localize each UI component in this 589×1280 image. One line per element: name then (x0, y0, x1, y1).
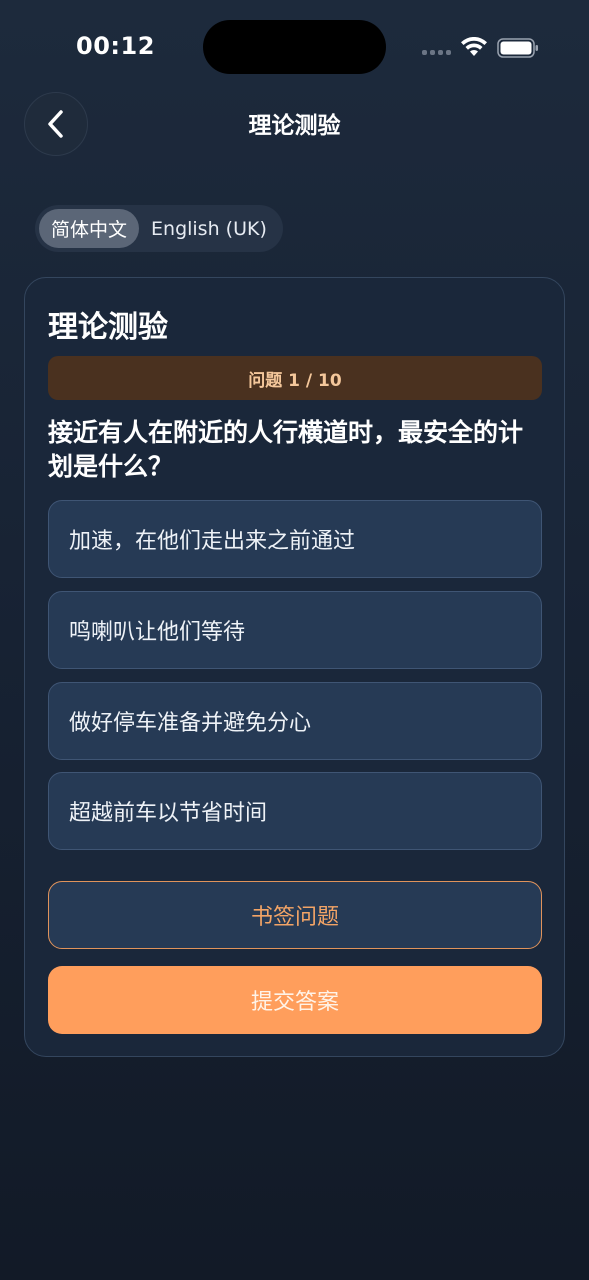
battery-icon (497, 38, 538, 58)
bookmark-question-button[interactable]: 书签问题 (48, 881, 542, 949)
answer-option-3[interactable]: 做好停车准备并避免分心 (48, 682, 542, 760)
language-option-en[interactable]: English (UK) (139, 209, 279, 248)
dynamic-island (203, 20, 386, 74)
status-time: 00:12 (76, 32, 155, 60)
cellular-signal-icon (422, 50, 451, 55)
language-option-zh[interactable]: 简体中文 (39, 209, 140, 248)
answer-option-4[interactable]: 超越前车以节省时间 (48, 772, 542, 850)
wifi-icon (461, 37, 487, 56)
page-title: 理论测验 (248, 113, 341, 139)
answer-option-2[interactable]: 鸣喇叭让他们等待 (48, 591, 542, 669)
language-toggle: 简体中文 English (UK) (35, 205, 283, 252)
status-bar: 00:12 (0, 0, 589, 95)
quiz-title: 理论测验 (48, 310, 168, 345)
question-text: 接近有人在附近的人行横道时，最安全的计划是什么？ (48, 418, 524, 481)
submit-answer-button[interactable]: 提交答案 (48, 966, 542, 1034)
answer-option-1[interactable]: 加速，在他们走出来之前通过 (48, 500, 542, 578)
question-progress-badge: 问题 1 / 10 (48, 356, 542, 400)
quiz-card: 理论测验 问题 1 / 10 接近有人在附近的人行横道时，最安全的计划是什么？ … (24, 277, 565, 1057)
